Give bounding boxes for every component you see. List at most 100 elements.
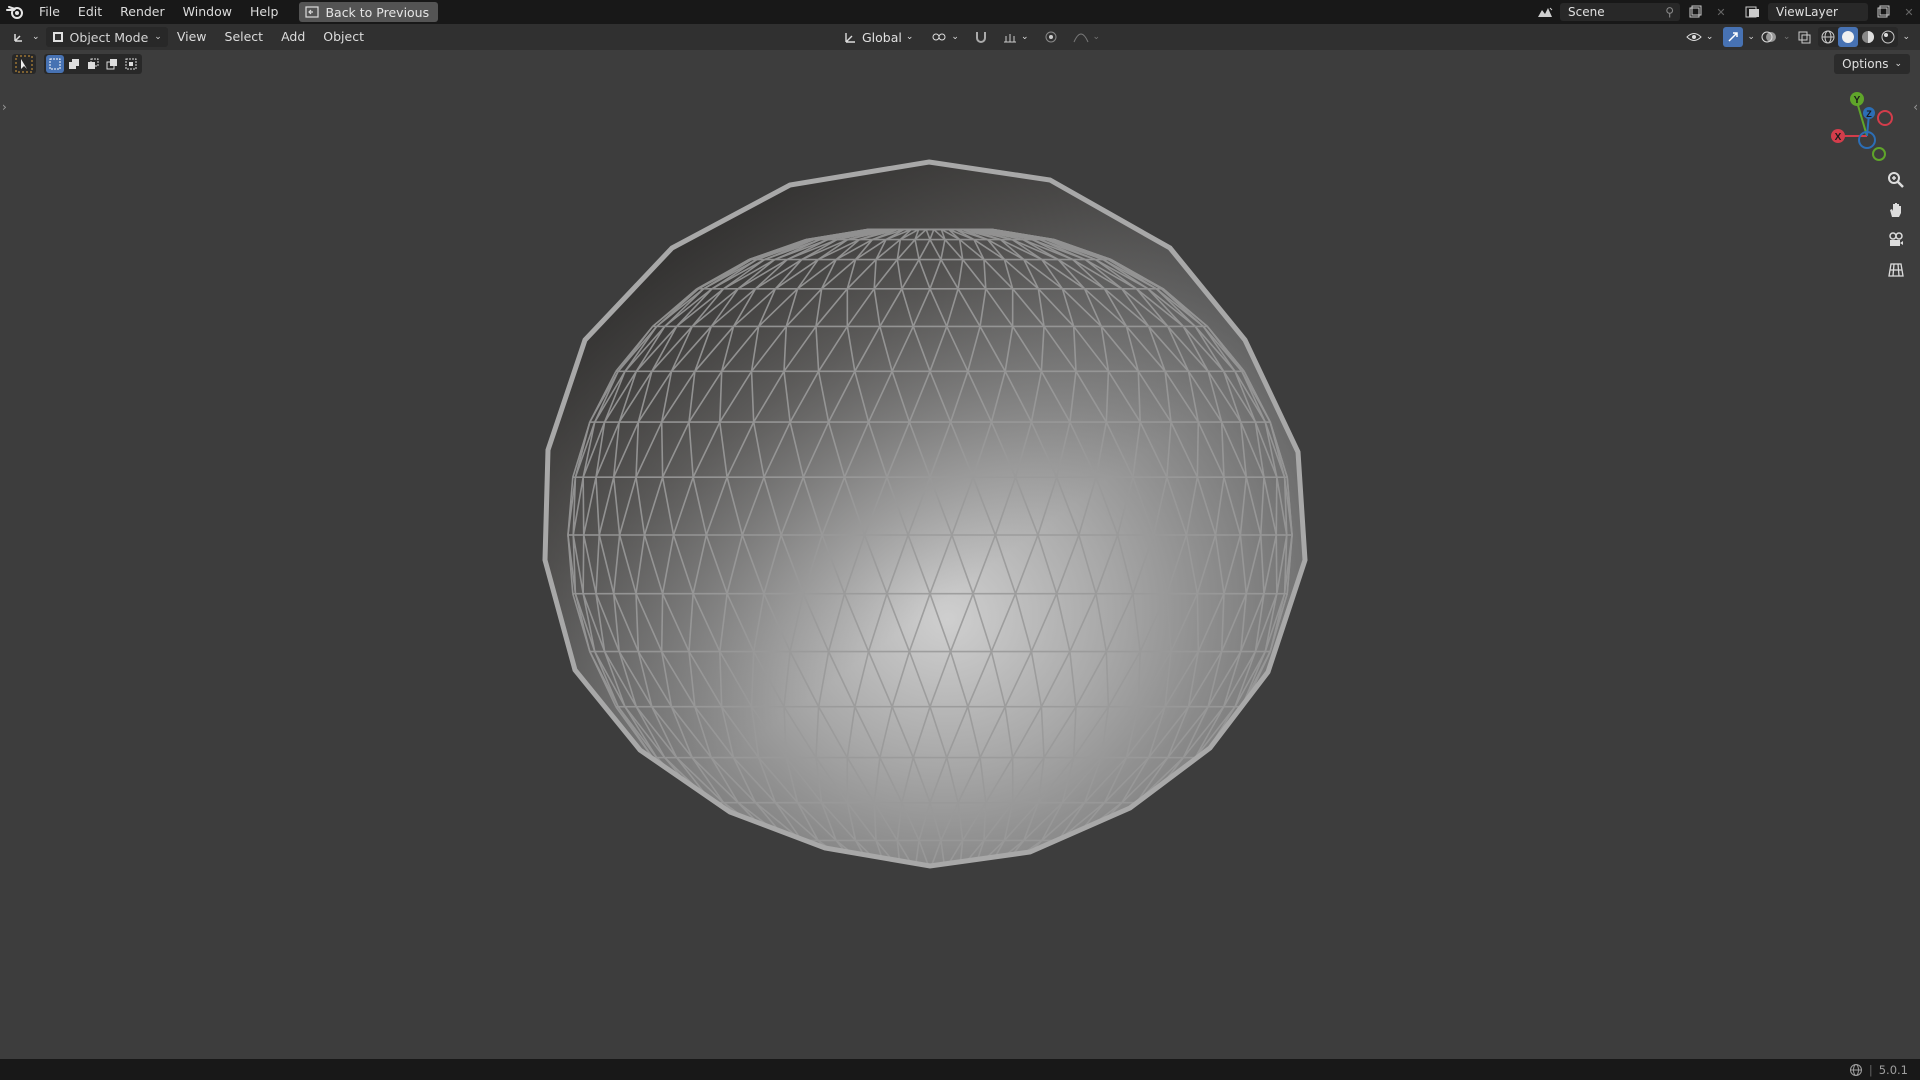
view-layer-name: ViewLayer (1776, 5, 1838, 19)
mesh-edge (751, 839, 808, 866)
gizmo-neg-y-handle[interactable] (1872, 147, 1886, 161)
mesh-edge (956, 870, 974, 890)
mesh-edge (872, 870, 904, 890)
mesh-edge (984, 870, 1032, 890)
mesh-edge (891, 890, 930, 900)
mesh-edge (885, 890, 930, 900)
mesh-edge (930, 890, 969, 900)
viewport-navigation-buttons (1882, 168, 1910, 282)
mesh-edge (1050, 839, 1109, 866)
chevron-down-icon: ⌄ (1020, 32, 1029, 42)
navigation-gizmo[interactable]: Y Z X (1825, 88, 1915, 168)
editor-type-button[interactable]: ⌄ (0, 30, 46, 44)
mesh-edge (1050, 839, 1104, 866)
mesh-edge (814, 870, 870, 890)
object-mode-dropdown[interactable]: Object Mode ⌄ (45, 27, 168, 47)
transform-orientation-dropdown[interactable]: Global ⌄ (838, 30, 919, 45)
viewport-header: ⌄ Object Mode ⌄ View Select Add Object G… (0, 24, 1920, 50)
pan-button[interactable] (1882, 198, 1910, 222)
transform-orientation-label: Global (862, 29, 902, 45)
mesh-edge (1052, 839, 1112, 866)
mesh-edge (876, 890, 930, 900)
chevron-down-icon[interactable]: ⌄ (1747, 32, 1755, 42)
wireframe-shading-button[interactable] (1818, 27, 1838, 47)
delete-view-layer-button[interactable]: ✕ (1898, 3, 1920, 21)
snap-target-dropdown[interactable]: ⌄ (997, 30, 1035, 44)
view-layer-browse-button[interactable] (1742, 3, 1764, 21)
menu-object[interactable]: Object (314, 25, 373, 49)
mesh-edge (930, 890, 975, 900)
blender-logo-icon[interactable] (0, 0, 30, 24)
scene-name-field[interactable]: Scene ⚲ (1560, 3, 1680, 21)
mesh-edge (911, 890, 930, 900)
mesh-edge (897, 890, 930, 900)
mesh-edge (941, 870, 945, 890)
mesh-edge (876, 890, 930, 900)
show-gizmo-toggle[interactable] (1723, 27, 1744, 47)
eye-filter-icon (1686, 33, 1702, 41)
new-view-layer-button[interactable] (1872, 3, 1894, 21)
perspective-toggle-button[interactable] (1882, 258, 1910, 282)
mesh-edge (930, 890, 984, 900)
solid-sphere-icon (1842, 31, 1855, 43)
show-overlays-toggle[interactable] (1759, 27, 1779, 47)
chevron-down-icon[interactable]: ⌄ (1783, 32, 1791, 42)
pivot-point-dropdown[interactable]: ⌄ (925, 30, 965, 44)
menu-select[interactable]: Select (216, 25, 273, 49)
menu-render[interactable]: Render (111, 0, 174, 24)
menu-file[interactable]: File (30, 0, 69, 24)
chevron-down-icon: ⌄ (32, 32, 40, 42)
mesh-edge (1045, 839, 1104, 866)
mesh-edge (930, 890, 993, 900)
3d-viewport-icon (14, 34, 22, 42)
back-to-previous-button[interactable]: Back to Previous (299, 2, 439, 22)
version-label: 5.0.1 (1878, 1062, 1908, 1077)
mesh-edge (837, 870, 885, 890)
mesh-edge (820, 870, 872, 890)
new-scene-button[interactable] (1684, 3, 1706, 21)
mesh-edge (848, 870, 891, 890)
mesh-edge (900, 870, 918, 890)
proportional-editing-toggle[interactable] (1041, 27, 1061, 47)
falloff-smooth-icon (1073, 33, 1088, 43)
mesh-edge (756, 839, 815, 866)
rendered-sphere-icon (1881, 30, 1895, 44)
proportional-falloff-dropdown[interactable]: ⌄ (1067, 31, 1107, 43)
menu-view[interactable]: View (168, 25, 216, 49)
pin-icon[interactable]: ⚲ (1665, 5, 1674, 19)
mesh-edge (868, 890, 930, 900)
chevron-down-icon[interactable]: ⌄ (1902, 32, 1910, 42)
view-layer-field[interactable]: ViewLayer (1768, 3, 1868, 21)
mesh-edge (990, 870, 1050, 890)
rendered-shading-button[interactable] (1878, 27, 1898, 47)
mesh-edge (984, 870, 1040, 890)
zoom-button[interactable] (1882, 168, 1910, 192)
menu-window[interactable]: Window (174, 0, 241, 24)
gizmo-neg-x-handle[interactable] (1877, 110, 1893, 126)
scene-browse-button[interactable] (1534, 3, 1556, 21)
solid-shading-button[interactable] (1838, 27, 1859, 47)
snap-toggle[interactable] (971, 27, 991, 47)
icosphere-mesh[interactable] (540, 150, 1320, 900)
delete-scene-button[interactable]: ✕ (1710, 3, 1732, 21)
mesh-edge (810, 870, 868, 890)
xray-toggle[interactable] (1794, 27, 1814, 47)
camera-view-button[interactable] (1882, 228, 1910, 252)
menu-edit[interactable]: Edit (69, 0, 111, 24)
mesh-edge (930, 890, 963, 900)
mesh-edge (915, 870, 926, 890)
xray-icon (1798, 31, 1811, 44)
mesh-edge (764, 839, 815, 866)
visibility-dropdown[interactable]: ⌄ (1680, 30, 1720, 44)
mesh-edge (930, 890, 956, 900)
mesh-edge (756, 839, 810, 866)
menu-add[interactable]: Add (272, 25, 314, 49)
mesh-edge (820, 870, 876, 890)
viewport-canvas[interactable] (0, 50, 1920, 1058)
material-preview-shading-button[interactable] (1858, 27, 1878, 47)
grid-perspective-icon (1888, 263, 1904, 277)
object-mode-label: Object Mode (69, 29, 149, 45)
camera-icon (1889, 232, 1903, 246)
menu-help[interactable]: Help (241, 0, 288, 24)
mesh-edge (930, 890, 941, 900)
